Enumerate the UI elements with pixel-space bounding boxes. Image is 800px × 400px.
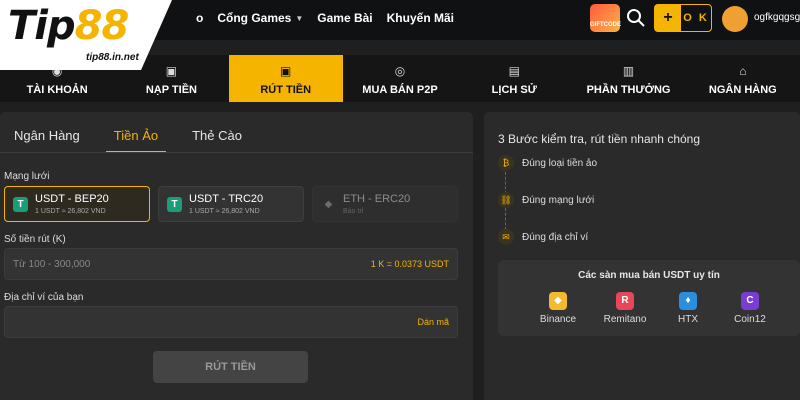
top-nav: o Cổng Games ▼ Game Bài Khuyến Mãi <box>196 0 454 36</box>
withdraw-icon: ▣ <box>280 64 292 78</box>
amount-placeholder: Từ 100 - 300,000 <box>13 259 91 270</box>
search-icon <box>627 9 645 27</box>
tether-icon: T <box>13 197 28 212</box>
exchange-htx[interactable]: ♦ HTX <box>658 292 718 325</box>
guide-title: 3 Bước kiểm tra, rút tiền nhanh chóng <box>498 132 701 146</box>
step-connector <box>505 172 506 194</box>
subtab-tien-ao[interactable]: Tiền Ảo <box>105 126 167 153</box>
bitcoin-icon: ₿ <box>498 155 514 171</box>
username[interactable]: ogfkgqgsg <box>754 12 800 23</box>
avatar[interactable] <box>722 6 748 32</box>
wallet-address-input[interactable]: Dán mã <box>4 306 458 338</box>
tab-ngan-hang[interactable]: ⌂ NGÂN HÀNG <box>686 55 800 102</box>
nav-item-khuyen-mai[interactable]: Khuyến Mãi <box>387 11 454 25</box>
exchange-coin12[interactable]: C Coin12 <box>720 292 780 325</box>
exchanges-box: Các sàn mua bán USDT uy tín ◆ Binance R … <box>498 260 800 336</box>
nav-item-partial[interactable]: o <box>196 11 203 25</box>
guide-step: ✉ Đúng địa chỉ ví <box>498 229 588 245</box>
divider <box>0 152 473 153</box>
paste-button[interactable]: Dán mã <box>417 317 449 327</box>
withdraw-method-tabs: Ngân Hàng Tiền Ảo Thẻ Cào <box>6 126 250 153</box>
exchange-remitano[interactable]: R Remitano <box>595 292 655 325</box>
network-label: Mạng lưới <box>4 171 50 182</box>
nav-item-game-bai[interactable]: Game Bài <box>317 11 372 25</box>
step-connector <box>505 208 506 230</box>
amount-input[interactable]: Từ 100 - 300,000 1 K = 0.0373 USDT <box>4 248 458 280</box>
plus-icon: + <box>655 5 681 31</box>
htx-icon: ♦ <box>679 292 697 310</box>
tab-phan-thuong[interactable]: ▥ PHẦN THƯỞNG <box>571 55 685 102</box>
reward-icon: ▥ <box>622 64 635 78</box>
guide-step: ₿ Đúng loại tiền ảo <box>498 155 597 171</box>
remitano-icon: R <box>616 292 634 310</box>
coin12-icon: C <box>741 292 759 310</box>
tab-mua-ban-p2p[interactable]: ◎ MUA BÁN P2P <box>343 55 457 102</box>
guide-panel: 3 Bước kiểm tra, rút tiền nhanh chóng ₿ Đ… <box>484 112 800 400</box>
deposit-icon: ▣ <box>165 64 178 78</box>
logo-text: Tip <box>8 3 76 49</box>
wallet-icon: ✉ <box>498 229 514 245</box>
guide-step: ⛓ Đúng mạng lưới <box>498 192 594 208</box>
logo-number: 88 <box>74 3 130 49</box>
logo-domain: tip88.in.net <box>86 52 139 63</box>
tether-icon: T <box>167 197 182 212</box>
network-icon: ⛓ <box>498 192 514 208</box>
conversion-rate: 1 K = 0.0373 USDT <box>370 259 449 269</box>
network-option-bep20[interactable]: T USDT - BEP20 1 USDT ≈ 26,802 VND <box>4 186 150 222</box>
history-icon: ▤ <box>508 64 520 78</box>
tab-rut-tien[interactable]: ▣ RÚT TIỀN <box>228 55 343 102</box>
ethereum-icon: ◆ <box>324 199 333 210</box>
amount-label: Số tiền rút (K) <box>4 234 66 245</box>
chevron-down-icon: ▼ <box>295 13 304 23</box>
deposit-ok-button[interactable]: + O K <box>654 4 712 32</box>
binance-icon: ◆ <box>549 292 567 310</box>
subtab-the-cao[interactable]: Thẻ Cào <box>184 126 250 153</box>
bank-icon: ⌂ <box>739 64 747 78</box>
network-option-trc20[interactable]: T USDT - TRC20 1 USDT ≈ 26,802 VND <box>158 186 304 222</box>
giftcode-button[interactable]: GIFTCODE <box>590 4 621 32</box>
subtab-ngan-hang[interactable]: Ngân Hàng <box>6 126 88 153</box>
exchange-binance[interactable]: ◆ Binance <box>528 292 588 325</box>
search-button[interactable] <box>626 8 646 28</box>
withdraw-submit-button[interactable]: RÚT TIỀN <box>153 351 308 383</box>
nav-item-cong-games[interactable]: Cổng Games ▼ <box>217 11 303 25</box>
withdraw-panel: Ngân Hàng Tiền Ảo Thẻ Cào Mạng lưới T US… <box>0 112 473 400</box>
network-option-erc20: ◆ ETH - ERC20 Bảo trì <box>312 186 458 222</box>
exchanges-title: Các sàn mua bán USDT uy tín <box>578 270 720 281</box>
wallet-label: Địa chỉ ví của bạn <box>4 292 84 303</box>
coins-icon: ◎ <box>394 64 406 78</box>
tab-lich-su[interactable]: ▤ LỊCH SỬ <box>457 55 571 102</box>
